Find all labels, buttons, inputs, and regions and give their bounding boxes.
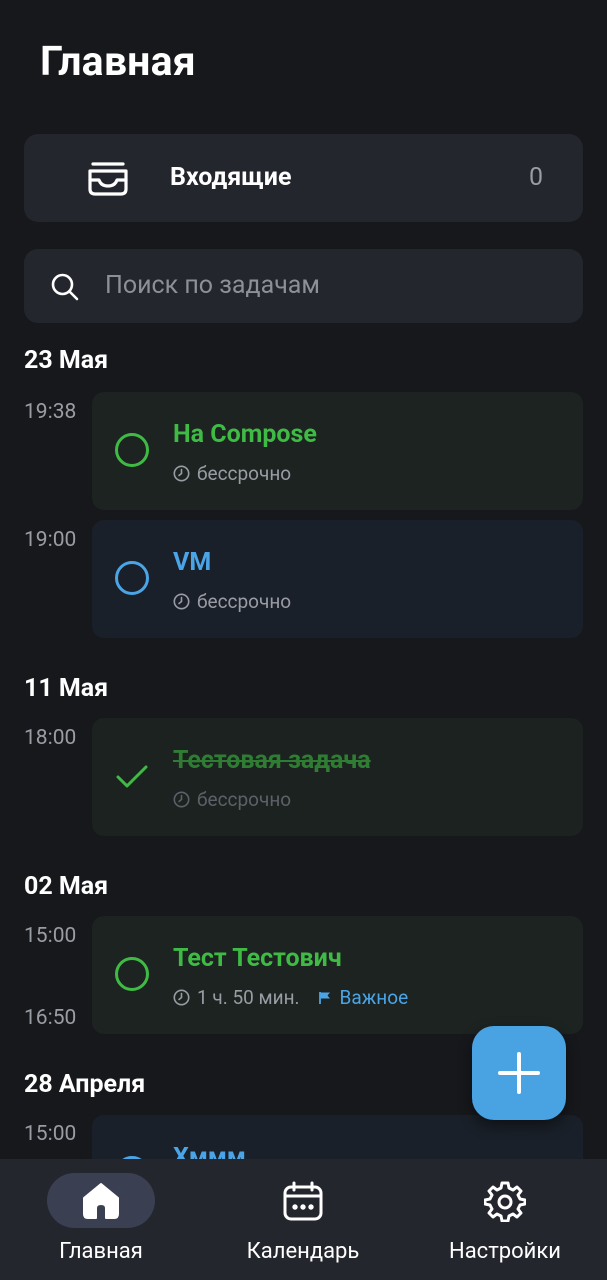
inbox-row[interactable]: Входящие 0 — [24, 134, 583, 222]
nav-item-home[interactable]: Главная — [0, 1159, 202, 1280]
task-title: Тестовая задача — [173, 746, 371, 775]
task-priority: Важное — [339, 986, 409, 1009]
clock-icon — [173, 465, 190, 482]
add-task-button[interactable] — [472, 1026, 566, 1120]
search-icon — [51, 273, 79, 301]
task-card[interactable]: VM бессрочно — [92, 520, 583, 638]
task-meta: бессрочно — [173, 462, 291, 485]
plus-icon — [498, 1052, 540, 1094]
bottom-nav: Главная Календарь Настройки — [0, 1159, 607, 1280]
nav-label: Настройки — [449, 1239, 561, 1264]
task-duration: бессрочно — [197, 462, 292, 485]
date-header: 11 Мая — [24, 674, 109, 703]
task-time: 15:00 — [24, 924, 77, 948]
nav-label: Главная — [59, 1239, 143, 1264]
clock-icon — [173, 593, 190, 610]
date-header: 23 Мая — [24, 346, 109, 375]
task-meta: 1 ч. 50 мин. Важное — [173, 986, 408, 1009]
task-checkbox-icon[interactable] — [114, 956, 150, 992]
flag-icon — [318, 991, 330, 1004]
search-placeholder: Поиск по задачам — [105, 271, 320, 300]
calendar-icon — [283, 1181, 323, 1221]
nav-label: Календарь — [246, 1239, 360, 1264]
task-time: 19:00 — [24, 528, 77, 552]
task-end-time: 16:50 — [24, 1006, 77, 1030]
task-checkbox-icon[interactable] — [114, 432, 150, 468]
task-title: На Compose — [173, 420, 317, 449]
inbox-icon — [88, 162, 128, 196]
task-card[interactable]: На Compose бессрочно — [92, 392, 583, 510]
task-card[interactable]: Тестовая задача бессрочно — [92, 718, 583, 836]
task-time: 19:38 — [24, 400, 77, 424]
nav-item-settings[interactable]: Настройки — [404, 1159, 606, 1280]
nav-item-calendar[interactable]: Календарь — [202, 1159, 404, 1280]
task-title: VM — [173, 548, 212, 577]
page-title: Главная — [40, 38, 196, 86]
clock-icon — [173, 791, 190, 808]
task-duration: 1 ч. 50 мин. — [197, 986, 300, 1009]
home-icon — [83, 1183, 119, 1219]
task-duration: бессрочно — [197, 788, 292, 811]
clock-icon — [173, 989, 190, 1006]
task-duration: бессрочно — [197, 590, 292, 613]
search-input[interactable]: Поиск по задачам — [24, 249, 583, 323]
task-meta: бессрочно — [173, 590, 291, 613]
inbox-label: Входящие — [170, 163, 292, 192]
date-header: 02 Мая — [24, 872, 109, 901]
settings-icon — [484, 1181, 526, 1222]
checkmark-icon[interactable] — [114, 758, 150, 794]
task-meta: бессрочно — [173, 788, 291, 811]
task-time: 18:00 — [24, 726, 77, 750]
task-title: Тест Тестович — [173, 944, 342, 973]
task-time: 15:00 — [24, 1122, 77, 1146]
date-header: 28 Апреля — [24, 1070, 146, 1099]
inbox-count: 0 — [528, 163, 543, 192]
task-checkbox-icon[interactable] — [114, 560, 150, 596]
task-card[interactable]: Тест Тестович 1 ч. 50 мин. Важное — [92, 916, 583, 1034]
